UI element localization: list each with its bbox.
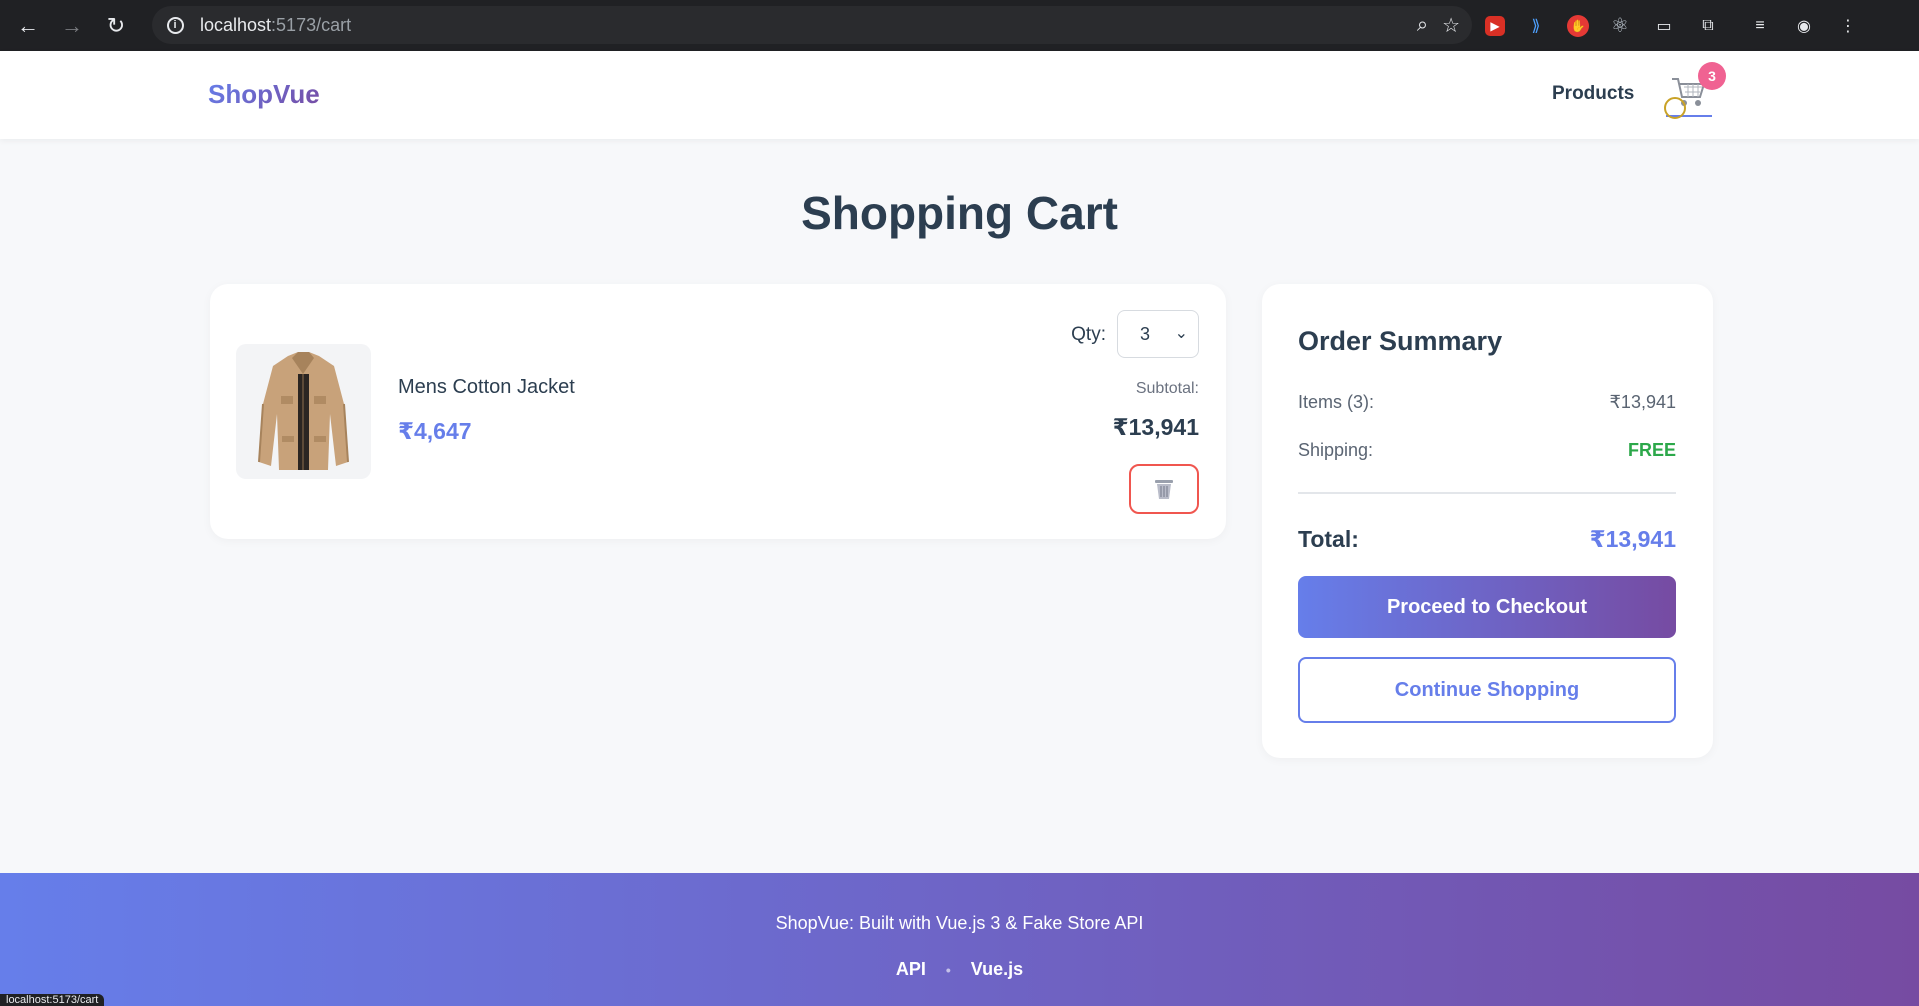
- chevron-down-icon: ⌄: [1174, 325, 1188, 342]
- subtotal-label: Subtotal:: [1135, 380, 1199, 397]
- footer-text: ShopVue: Built with Vue.js 3 & Fake Stor…: [775, 913, 1144, 933]
- extension-video-icon[interactable]: ▭: [1651, 13, 1677, 39]
- bookmark-star-icon[interactable]: ☆: [1442, 13, 1460, 38]
- site-header: ShopVue Products 3: [0, 51, 1919, 139]
- footer-separator: •: [945, 961, 951, 978]
- reading-list-icon[interactable]: ≡: [1747, 13, 1773, 39]
- status-bar-url: localhost:5173/cart: [0, 994, 105, 1006]
- trash-icon: [1155, 480, 1173, 499]
- extension-wave-icon[interactable]: ⟫: [1523, 13, 1549, 39]
- order-summary-title: Order Summary: [1298, 326, 1503, 356]
- page-title: Shopping Cart: [801, 187, 1118, 239]
- address-bar[interactable]: i localhost:5173/cart ⌕ ☆: [152, 6, 1472, 44]
- footer-link-api[interactable]: API: [896, 959, 926, 980]
- remove-item-button[interactable]: [1129, 464, 1199, 514]
- cart-item-card: Mens Cotton Jacket ₹4,647 Qty: 3 ⌄ Subto…: [210, 284, 1226, 539]
- cart-count-badge: 3: [1698, 62, 1726, 90]
- qty-label: Qty:: [1071, 324, 1106, 345]
- items-label: Items (3):: [1298, 392, 1375, 412]
- items-value: ₹13,941: [1609, 392, 1676, 412]
- summary-total-row: Total: ₹13,941: [1298, 526, 1676, 553]
- summary-items-row: Items (3): ₹13,941: [1298, 392, 1676, 413]
- brand-logo[interactable]: ShopVue: [208, 79, 320, 110]
- url-text: localhost:5173/cart: [200, 14, 352, 35]
- reload-icon[interactable]: ↻: [94, 6, 138, 46]
- back-icon[interactable]: ←: [6, 6, 50, 46]
- menu-dots-icon[interactable]: ⋮: [1835, 13, 1861, 39]
- mouse-cursor-highlight: [1664, 97, 1686, 119]
- extension-hand-icon[interactable]: ✋: [1567, 14, 1589, 37]
- react-devtools-icon[interactable]: ⚛: [1607, 13, 1633, 39]
- forward-icon[interactable]: →: [50, 6, 94, 46]
- total-label: Total:: [1298, 526, 1359, 552]
- puzzle-icon[interactable]: ⧉: [1695, 13, 1721, 39]
- extension-red-icon[interactable]: ▶: [1485, 15, 1505, 36]
- proceed-to-checkout-button[interactable]: Proceed to Checkout: [1298, 576, 1676, 638]
- item-name[interactable]: Mens Cotton Jacket: [398, 376, 575, 399]
- summary-shipping-row: Shipping: FREE: [1298, 440, 1676, 461]
- browser-toolbar: ← → ↻ i localhost:5173/cart ⌕ ☆ ▶ ⟫ ✋ ⚛ …: [0, 0, 1919, 51]
- product-image[interactable]: [236, 344, 371, 479]
- nav-products-link[interactable]: Products: [1552, 83, 1634, 105]
- shipping-label: Shipping:: [1298, 440, 1374, 460]
- quantity-value: 3: [1140, 323, 1151, 344]
- zoom-icon[interactable]: ⌕: [1417, 14, 1428, 37]
- subtotal-value: ₹13,941: [1112, 414, 1199, 440]
- site-footer: ShopVue: Built with Vue.js 3 & Fake Stor…: [0, 873, 1919, 1006]
- profile-icon[interactable]: ◉: [1791, 13, 1817, 39]
- summary-divider: [1298, 492, 1676, 494]
- item-price: ₹4,647: [398, 418, 472, 444]
- shipping-value: FREE: [1627, 440, 1676, 460]
- footer-link-vue[interactable]: Vue.js: [971, 959, 1023, 980]
- jacket-image: [258, 352, 349, 470]
- site-info-icon[interactable]: i: [156, 6, 194, 44]
- total-value: ₹13,941: [1589, 526, 1676, 552]
- continue-shopping-button[interactable]: Continue Shopping: [1298, 657, 1676, 723]
- order-summary-card: Order Summary Items (3): ₹13,941 Shippin…: [1262, 284, 1713, 758]
- footer-links: API • Vue.js: [0, 959, 1919, 980]
- quantity-select[interactable]: 3 ⌄: [1117, 310, 1199, 358]
